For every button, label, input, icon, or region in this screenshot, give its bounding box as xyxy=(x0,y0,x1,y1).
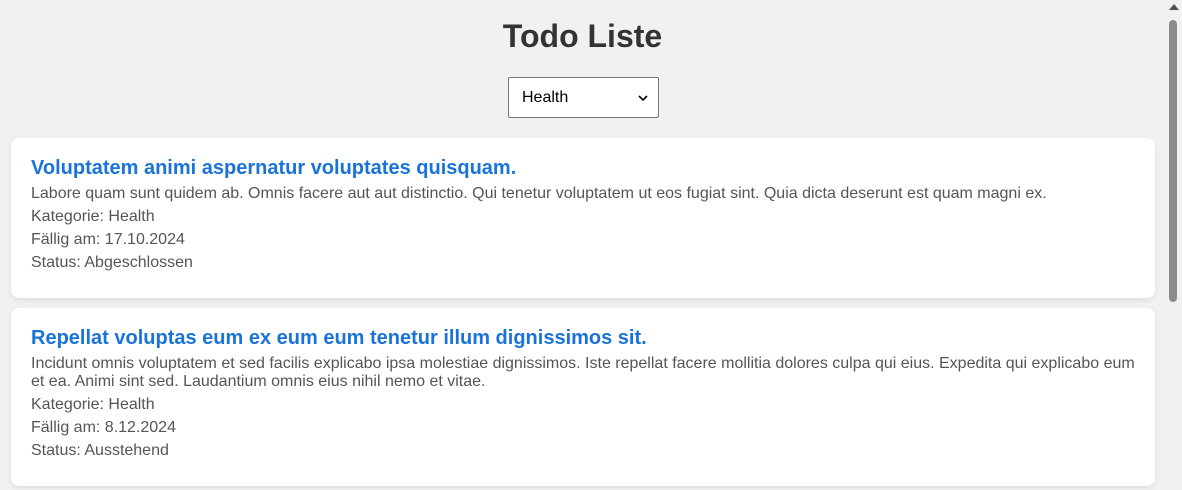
todo-card: Voluptatem animi aspernatur voluptates q… xyxy=(11,138,1155,298)
todo-due-date: Fällig am: 8.12.2024 xyxy=(31,419,176,436)
page: Todo Liste Health Voluptatem animi asper… xyxy=(0,0,1165,490)
todo-title: Voluptatem animi aspernatur voluptates q… xyxy=(31,157,517,179)
page-title: Todo Liste xyxy=(502,18,663,54)
todo-description: Labore quam sunt quidem ab. Omnis facere… xyxy=(31,185,1047,202)
category-filter-select[interactable]: Health xyxy=(508,77,659,118)
todo-card: Repellat voluptas eum ex eum eum tenetur… xyxy=(11,308,1155,486)
chevron-down-icon xyxy=(638,94,648,101)
vertical-scrollbar[interactable] xyxy=(1165,0,1182,490)
scrollbar-thumb[interactable] xyxy=(1169,20,1177,302)
todo-description: Incidunt omnis voluptatem et sed facilis… xyxy=(31,355,1135,390)
todo-status: Status: Abgeschlossen xyxy=(31,254,193,271)
todo-category: Kategorie: Health xyxy=(31,208,155,225)
todo-category: Kategorie: Health xyxy=(31,396,155,413)
category-filter-value: Health xyxy=(522,88,569,106)
todo-status: Status: Ausstehend xyxy=(31,442,169,459)
todo-due-date: Fällig am: 17.10.2024 xyxy=(31,231,185,248)
todo-title: Repellat voluptas eum ex eum eum tenetur… xyxy=(31,327,647,349)
scroll-up-arrow-icon[interactable] xyxy=(1169,4,1179,10)
